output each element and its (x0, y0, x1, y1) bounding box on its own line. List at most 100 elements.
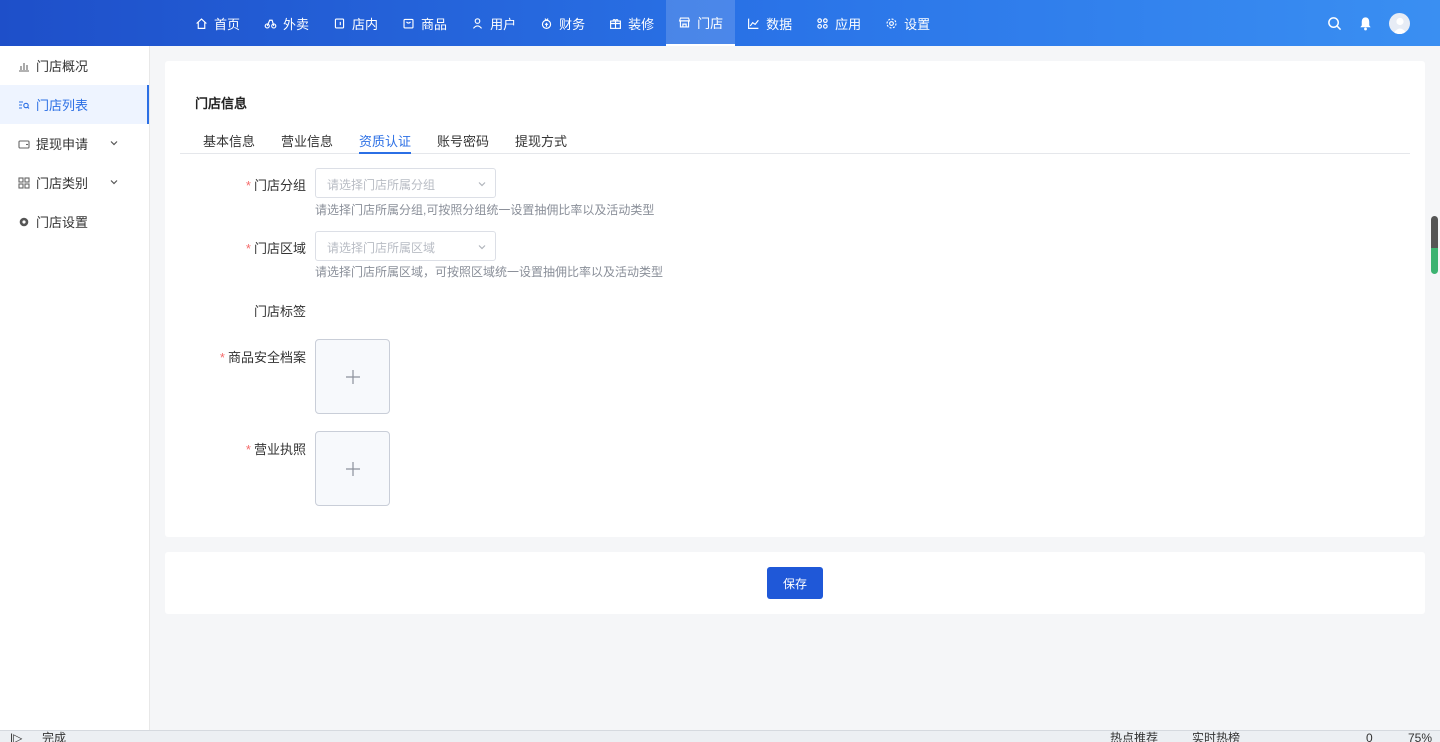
nav-label: 应用 (835, 16, 862, 32)
main-nav: 首页 外卖 店内 商品 用户 财务 装修 门店 数据 应用 设置 (183, 0, 942, 46)
store-region-hint: 请选择门店所属区域，可按照区域统一设置抽佣比率以及活动类型 (315, 265, 664, 279)
browser-status-bar: |▷ 完成 热点推荐 实时热榜 0 75% (0, 730, 1440, 742)
list-search-icon (19, 100, 30, 109)
plus-icon (345, 461, 360, 476)
sidebar-toggle-icon[interactable]: |▷ (10, 732, 22, 742)
nav-item-finance[interactable]: 财务 (528, 0, 597, 46)
nav-item-goods[interactable]: 商品 (390, 0, 459, 46)
finance-icon (541, 17, 552, 29)
nav-label: 门店 (697, 15, 724, 31)
apps-icon (817, 17, 828, 29)
required-mark: * (219, 350, 225, 365)
save-button[interactable]: 保存 (767, 567, 823, 599)
nav-item-decorate[interactable]: 装修 (597, 0, 666, 46)
nav-item-dinein[interactable]: 店内 (321, 0, 390, 46)
search-icon[interactable] (1327, 16, 1342, 31)
business-license-label: * 营业执照 (246, 439, 306, 458)
sidebar-item-withdraw-request[interactable]: 提现申请 (0, 124, 149, 163)
top-nav-bar: 首页 外卖 店内 商品 用户 财务 装修 门店 数据 应用 设置 (0, 0, 1440, 46)
nav-item-data[interactable]: 数据 (735, 0, 804, 46)
store-region-select[interactable]: 请选择门店所属区域 (315, 231, 496, 261)
select-placeholder: 请选择门店所属区域 (327, 241, 436, 255)
footer-card: 保存 (165, 552, 1425, 614)
sidebar-item-label: 门店列表 (36, 98, 89, 113)
nav-label: 用户 (490, 16, 517, 32)
sidebar-item-store-overview[interactable]: 门店概况 (0, 46, 149, 85)
required-mark: * (245, 442, 251, 457)
user-avatar-icon (1392, 17, 1407, 34)
sidebar-item-label: 提现申请 (36, 137, 89, 152)
sidebar-item-store-category[interactable]: 门店类别 (0, 163, 149, 202)
label-text: 门店分组 (253, 178, 306, 193)
nav-label: 商品 (421, 16, 448, 32)
top-right-tools (1327, 0, 1410, 46)
store-tags-label: 门店标签 (253, 304, 306, 319)
tab-account-password[interactable]: 账号密码 (437, 131, 489, 154)
sidebar: 门店概况 门店列表 提现申请 门店类别 门店设置 (0, 46, 150, 730)
store-info-card: 门店信息 基本信息 营业信息 资质认证 账号密码 提现方式 * 门店分组 请选择门… (165, 61, 1425, 537)
nav-label: 外卖 (283, 16, 310, 32)
tab-bar: 基本信息 营业信息 资质认证 账号密码 提现方式 (180, 129, 1410, 154)
chart-icon (748, 18, 759, 29)
chevron-down-icon (110, 141, 118, 146)
decorate-icon (610, 18, 622, 29)
store-icon (678, 16, 691, 28)
nav-label: 财务 (559, 16, 586, 32)
label-text: 商品安全档案 (227, 350, 306, 365)
nav-item-settings[interactable]: 设置 (873, 0, 942, 46)
product-safety-upload[interactable] (315, 339, 390, 414)
gear-icon (886, 17, 897, 29)
home-icon (196, 17, 207, 29)
nav-label: 首页 (214, 16, 241, 32)
plus-icon (345, 369, 360, 384)
store-group-select[interactable]: 请选择门店所属分组 (315, 168, 496, 198)
sidebar-item-label: 门店类别 (36, 176, 89, 191)
product-safety-label: * 商品安全档案 (220, 347, 306, 366)
bell-icon[interactable] (1358, 16, 1373, 31)
avatar[interactable] (1389, 12, 1410, 34)
tab-basic-info[interactable]: 基本信息 (203, 131, 255, 154)
select-placeholder: 请选择门店所属分组 (327, 178, 436, 192)
zoom-level[interactable]: 75% (1408, 732, 1432, 742)
chevron-down-icon (478, 245, 486, 250)
sidebar-item-store-settings[interactable]: 门店设置 (0, 202, 149, 241)
realtime-hot-link[interactable]: 实时热榜 (1192, 732, 1240, 742)
nav-item-apps[interactable]: 应用 (804, 0, 873, 46)
chevron-down-icon (110, 180, 118, 185)
business-license-upload[interactable] (315, 431, 390, 506)
hot-recommend-link[interactable]: 热点推荐 (1110, 732, 1158, 742)
tab-business-info[interactable]: 营业信息 (281, 131, 333, 154)
sidebar-item-label: 门店设置 (36, 215, 89, 230)
sidebar-item-label: 门店概况 (36, 59, 89, 74)
dinein-icon (334, 17, 345, 29)
bar-chart-icon (19, 62, 29, 72)
scrollbar-thumb[interactable] (1431, 216, 1438, 274)
card-title: 门店信息 (195, 96, 248, 111)
count-badge: 0 (1366, 731, 1373, 742)
takeout-icon (264, 19, 277, 29)
wallet-icon (18, 139, 30, 149)
chevron-down-icon (478, 182, 486, 187)
gear-icon (19, 217, 29, 226)
nav-item-takeout[interactable]: 外卖 (252, 0, 321, 46)
nav-label: 设置 (904, 16, 931, 32)
required-mark: * (245, 178, 251, 193)
nav-item-store[interactable]: 门店 (666, 0, 736, 46)
sidebar-item-store-list[interactable]: 门店列表 (0, 85, 149, 124)
nav-item-user[interactable]: 用户 (459, 0, 528, 46)
tab-qualification[interactable]: 资质认证 (359, 131, 412, 154)
status-text: 完成 (42, 731, 67, 742)
store-group-hint: 请选择门店所属分组,可按照分组统一设置抽佣比率以及活动类型 (315, 203, 655, 217)
label-text: 营业执照 (253, 442, 306, 457)
store-group-label: * 门店分组 (246, 175, 306, 194)
nav-label: 装修 (628, 16, 655, 32)
required-mark: * (245, 241, 251, 256)
tab-withdraw-method[interactable]: 提现方式 (515, 131, 567, 154)
nav-item-home[interactable]: 首页 (183, 0, 252, 46)
grid-icon (18, 176, 30, 189)
nav-label: 店内 (352, 16, 379, 32)
goods-icon (403, 18, 414, 29)
user-icon (473, 17, 483, 29)
store-region-label: * 门店区域 (246, 238, 306, 257)
label-text: 门店区域 (253, 241, 306, 256)
